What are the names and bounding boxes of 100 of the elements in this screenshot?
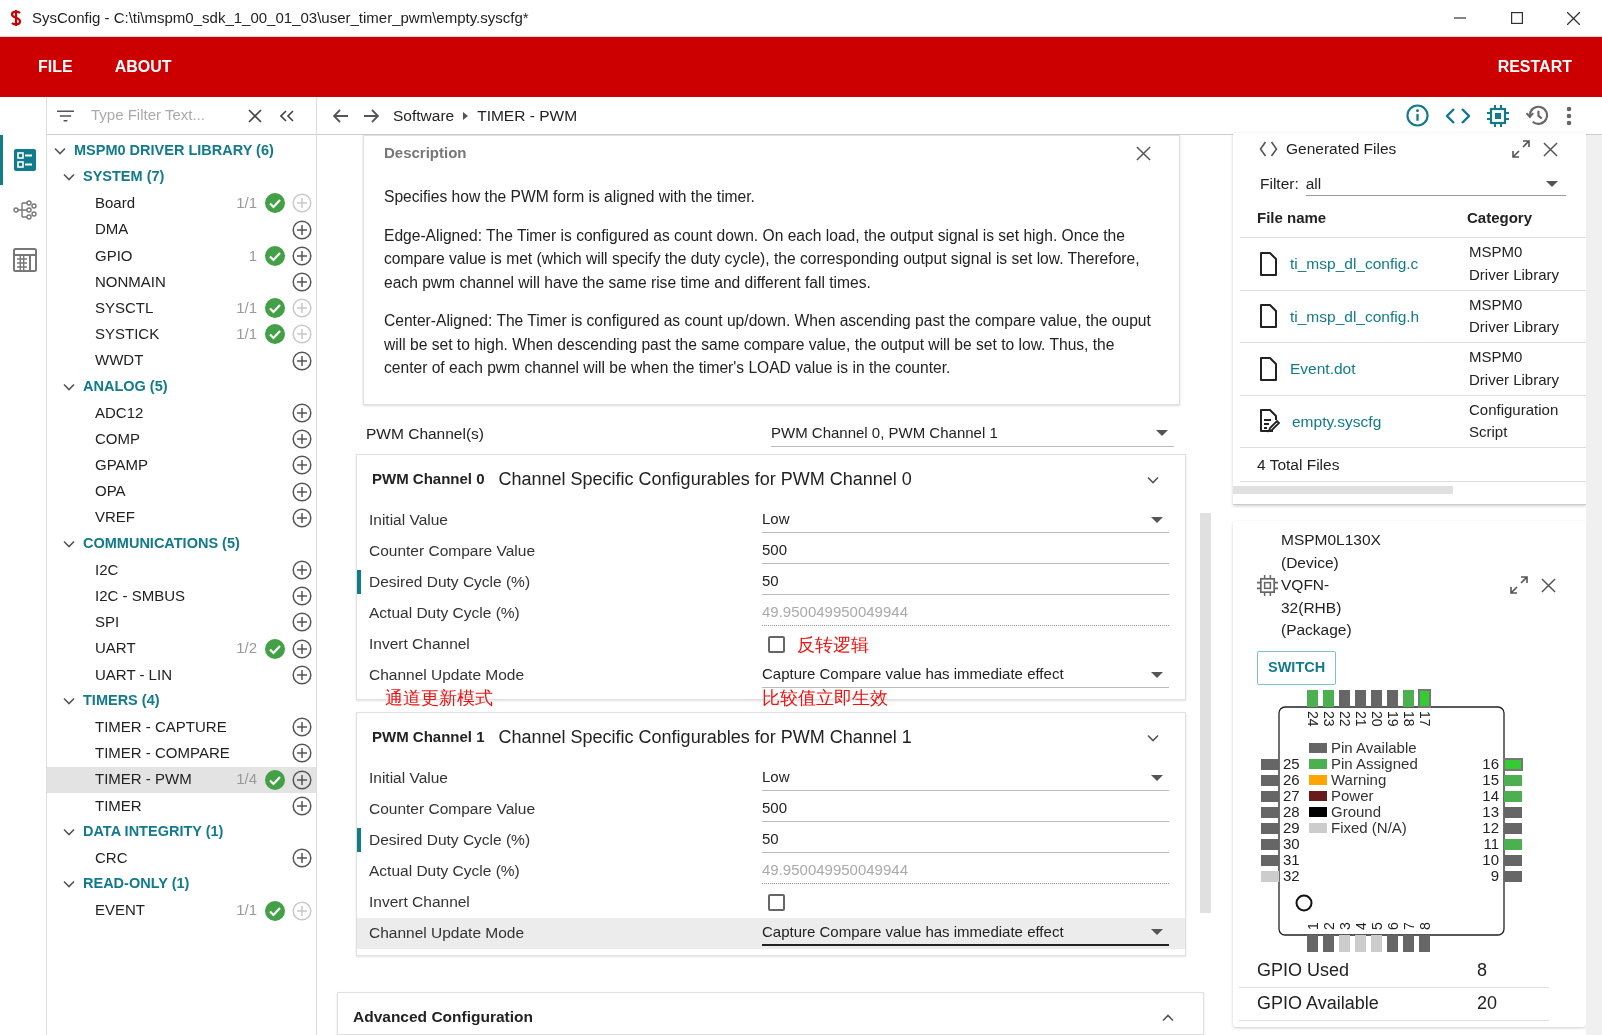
chevron-icon[interactable] [63, 827, 75, 836]
back-arrow-icon[interactable] [333, 108, 349, 123]
pin[interactable] [1504, 774, 1522, 786]
caret-icon[interactable] [1151, 516, 1163, 523]
scrollbar[interactable] [1586, 135, 1602, 1035]
pin[interactable] [1403, 689, 1414, 707]
input-field[interactable]: 500 [762, 796, 1169, 822]
caret-icon[interactable] [1151, 929, 1163, 935]
chevron-icon[interactable] [1162, 1014, 1174, 1022]
add-icon[interactable] [292, 350, 312, 371]
add-icon[interactable] [292, 219, 312, 240]
history-icon[interactable] [1526, 105, 1549, 126]
breadcrumb-link[interactable]: Software [393, 103, 455, 128]
module-item[interactable]: DMA [47, 216, 316, 243]
module-item[interactable]: TIMER - CAPTURE [47, 714, 316, 741]
pin[interactable] [1261, 806, 1279, 818]
expand-icon[interactable] [1512, 140, 1530, 158]
pin[interactable] [1371, 934, 1382, 952]
module-item[interactable]: TIMER - PWM 1/4 [47, 766, 316, 793]
module-item[interactable]: SYSCTL 1/1 [47, 295, 316, 322]
module-item[interactable]: VREF [47, 504, 316, 531]
pin[interactable] [1307, 689, 1318, 707]
module-item[interactable]: OPA [47, 478, 316, 505]
input-field[interactable]: 50 [762, 569, 1169, 595]
scrollbar[interactable] [1200, 513, 1211, 913]
add-icon[interactable] [292, 455, 312, 476]
dropdown[interactable]: Low [762, 765, 1169, 791]
pin[interactable] [1355, 689, 1366, 707]
module-item[interactable]: UART 1/2 [47, 635, 316, 662]
more-icon[interactable] [1566, 105, 1572, 126]
file-link[interactable]: ti_msp_dl_config.c [1290, 252, 1419, 276]
add-icon[interactable] [292, 848, 312, 869]
add-icon[interactable] [292, 272, 312, 293]
collapse-panel-icon[interactable] [280, 109, 294, 122]
pin[interactable] [1261, 774, 1279, 786]
pin[interactable] [1261, 758, 1279, 770]
node-tree-icon[interactable] [12, 198, 37, 222]
module-item[interactable]: EVENT 1/1 [47, 897, 316, 924]
add-icon[interactable] [292, 717, 312, 738]
add-icon[interactable] [292, 638, 312, 659]
add-icon[interactable] [292, 245, 312, 266]
input-field[interactable]: 50 [762, 827, 1169, 853]
module-item[interactable]: SPI [47, 609, 316, 636]
module-item[interactable]: GPAMP [47, 452, 316, 479]
module-item[interactable]: GPIO 1 [47, 242, 316, 269]
module-item[interactable]: COMP [47, 426, 316, 453]
module-item[interactable]: Board 1/1 [47, 190, 316, 217]
pin[interactable] [1504, 822, 1522, 834]
pin[interactable] [1261, 838, 1279, 850]
module-item[interactable]: I2C - SMBUS [47, 583, 316, 610]
restart-button[interactable]: RESTART [1493, 49, 1576, 85]
caret-icon[interactable] [1156, 430, 1168, 436]
module-item[interactable]: UART - LIN [47, 661, 316, 688]
chevron-icon[interactable] [63, 382, 75, 391]
chip-icon[interactable] [1487, 104, 1509, 127]
menu-item[interactable]: FILE [24, 49, 87, 85]
checkbox[interactable] [768, 635, 785, 653]
pin[interactable] [1355, 934, 1366, 952]
pin[interactable] [1261, 854, 1279, 866]
add-icon[interactable] [292, 507, 312, 528]
category-header[interactable]: TIMERS (4) [83, 690, 160, 712]
chevron-icon[interactable] [63, 697, 75, 706]
dropdown[interactable]: Capture Compare value has immediate effect [762, 662, 1169, 688]
filter-field[interactable]: Type Filter Text... [91, 104, 241, 127]
caret-icon[interactable] [1546, 180, 1558, 187]
module-item[interactable]: CRC [47, 845, 316, 872]
chevron-icon[interactable] [63, 539, 75, 548]
add-icon[interactable] [292, 743, 312, 764]
scrollbar[interactable] [1233, 486, 1453, 494]
code-icon[interactable] [1446, 107, 1470, 124]
pin[interactable] [1323, 689, 1334, 707]
add-icon[interactable] [292, 612, 312, 633]
pin[interactable] [1261, 790, 1279, 802]
clear-icon[interactable] [248, 108, 262, 123]
module-list-icon[interactable] [12, 148, 37, 172]
switch-button[interactable]: SWITCH [1257, 650, 1337, 685]
pin[interactable] [1504, 806, 1522, 818]
add-icon[interactable] [292, 664, 312, 685]
module-item[interactable]: ADC12 [47, 399, 316, 427]
add-icon[interactable] [292, 429, 312, 450]
chevron-icon[interactable] [63, 880, 75, 889]
category-header[interactable]: DATA INTEGRITY (1) [83, 821, 224, 843]
menu-item[interactable]: ABOUT [100, 49, 186, 85]
info-icon[interactable] [1406, 104, 1429, 127]
file-link[interactable]: ti_msp_dl_config.h [1290, 304, 1420, 328]
caret-icon[interactable] [1151, 671, 1163, 678]
category-header[interactable]: ANALOG (5) [83, 375, 168, 398]
chevron-icon[interactable] [1147, 733, 1159, 742]
pin[interactable] [1418, 688, 1431, 708]
file-link[interactable]: empty.syscfg [1292, 409, 1382, 433]
category-header[interactable]: COMMUNICATIONS (5) [83, 533, 240, 555]
pin[interactable] [1504, 838, 1522, 850]
module-item[interactable]: NONMAIN [47, 268, 316, 296]
dropdown[interactable]: Capture Compare value has immediate effect [762, 920, 1169, 946]
breadcrumb-link[interactable]: TIMER - PWM [477, 103, 578, 128]
close-icon[interactable] [1136, 145, 1151, 161]
chevron-icon[interactable] [63, 173, 75, 182]
module-item[interactable]: TIMER [47, 792, 316, 819]
add-icon[interactable] [292, 402, 312, 423]
chevron-icon[interactable] [1147, 475, 1159, 484]
